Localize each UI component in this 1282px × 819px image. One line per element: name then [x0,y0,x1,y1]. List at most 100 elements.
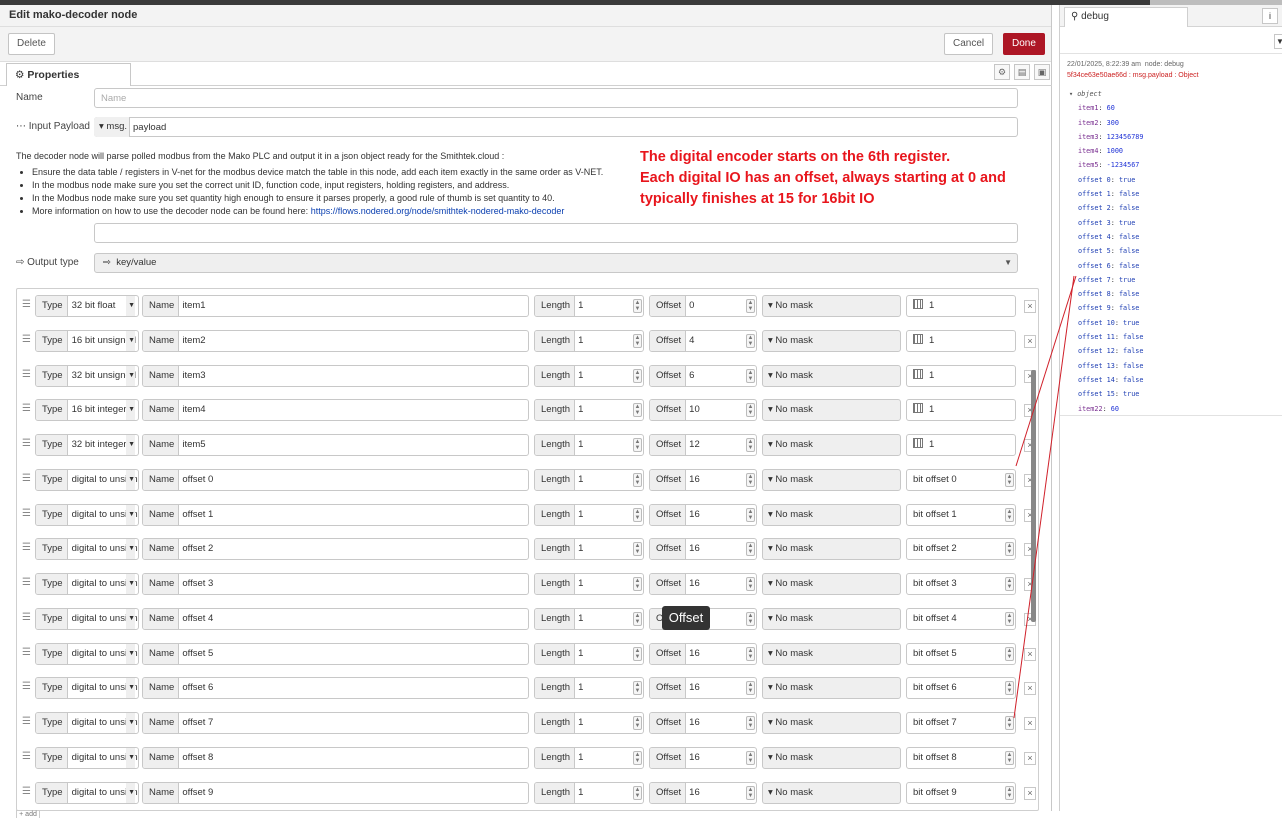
row-type-select[interactable]: Type digital to unsigne ▼ [35,538,139,561]
row-type-select[interactable]: Type digital to unsigne ▼ [35,607,139,630]
spinner-icon[interactable]: ▲ ▼ [633,403,642,418]
row-type-select[interactable]: Type digital to unsigne ▼ [35,712,139,734]
add-row-button[interactable]: + add [16,810,40,818]
row-mask-select[interactable]: ▾ No mask [762,503,901,526]
row-mask-select[interactable]: ▾ No mask [762,329,901,352]
spinner-icon[interactable]: ▲ ▼ [1005,577,1014,591]
spinner-icon[interactable]: ▲ ▼ [746,785,755,800]
row-length-field[interactable]: Length 1 ▲ ▼ [534,538,644,561]
help-link[interactable]: https://flows.nodered.org/node/smithtek-… [311,206,565,216]
payload-input[interactable] [94,117,1018,137]
spinner-icon[interactable]: ▲ ▼ [1005,716,1014,730]
drag-handle-icon[interactable]: ☰ [22,577,31,588]
row-length-field[interactable]: Length 1 ▲ ▼ [534,434,644,456]
spinner-icon[interactable]: ▲ ▼ [633,646,642,661]
drag-handle-icon[interactable]: ☰ [22,612,31,623]
row-name-field[interactable]: Name offset 0 [142,468,529,491]
spinner-icon[interactable]: ▲ ▼ [1005,785,1014,800]
tab-properties[interactable]: ⚙ Properties [6,63,131,86]
spinner-icon[interactable]: ▲ ▼ [1005,507,1014,522]
row-extra-field[interactable]: bit offset 2 ▲ ▼ [906,538,1016,561]
row-mask-select[interactable]: ▾ No mask [762,746,901,769]
row-mask-select[interactable]: ▾ No mask [762,295,901,317]
row-mask-select[interactable]: ▾ No mask [762,642,901,665]
row-length-field[interactable]: Length 1 ▲ ▼ [534,607,644,630]
spinner-icon[interactable]: ▲ ▼ [633,577,642,591]
row-type-select[interactable]: Type 32 bit unsigned ▼ [35,364,139,387]
spinner-icon[interactable]: ▲ ▼ [746,368,755,383]
row-offset-field[interactable]: Offset16 ▲▼ [649,712,757,734]
row-type-select[interactable]: Type digital to unsigne ▼ [35,468,139,491]
spinner-icon[interactable]: ▲ ▼ [633,472,642,487]
row-name-field[interactable]: Name item1 [142,295,529,317]
row-type-select[interactable]: Type digital to unsigne ▼ [35,677,139,700]
row-extra-field[interactable]: bit offset 8 ▲ ▼ [906,746,1016,769]
row-length-field[interactable]: Length 1 ▲ ▼ [534,573,644,595]
row-extra-field[interactable]: 1 [906,364,1016,387]
row-mask-select[interactable]: ▾ No mask [762,468,901,491]
spinner-icon[interactable]: ▲ ▼ [633,611,642,626]
spinner-icon[interactable]: ▲ ▼ [746,542,755,557]
description-icon[interactable]: ▤ [1014,64,1030,80]
row-type-select[interactable]: Type 32 bit float ▼ [35,295,139,317]
row-offset-field[interactable]: Offset 4 ▲ ▼ [649,329,757,352]
row-extra-field[interactable]: 1 [906,434,1016,456]
spinner-icon[interactable]: ▲ ▼ [1005,646,1014,661]
spinner-icon[interactable]: ▲ ▼ [746,403,755,418]
row-name-field[interactable]: Name offset 1 [142,503,529,526]
drag-handle-icon[interactable]: ☰ [22,681,31,692]
row-name-field[interactable]: Name item3 [142,364,529,387]
row-length-field[interactable]: Length 1 ▲ ▼ [534,295,644,317]
row-name-field[interactable]: Name offset 7 [142,712,529,734]
drag-handle-icon[interactable]: ☰ [22,438,31,449]
row-mask-select[interactable]: ▾ No mask [762,607,901,630]
delete-button[interactable]: Delete [8,33,55,55]
gear-icon[interactable]: ⚙ [994,64,1010,80]
row-offset-field[interactable]: Offset16 ▲▼ [649,538,757,561]
debug-object-tree[interactable]: ▾ object item1: 60 item2: 300 item3: 12345… [1069,87,1144,416]
output-type-select[interactable]: ⇨ key/value ▼ [94,253,1018,273]
row-offset-field[interactable]: Offset 10 ▲ ▼ [649,399,757,422]
rows-scrollbar[interactable] [1031,370,1036,622]
spinner-icon[interactable]: ▲ ▼ [1005,681,1014,696]
drag-handle-icon[interactable]: ☰ [22,786,31,797]
spinner-icon[interactable]: ▲ ▼ [633,750,642,765]
close-icon[interactable]: × [1024,682,1036,696]
spinner-icon[interactable]: ▲ ▼ [746,750,755,765]
spinner-icon[interactable]: ▲ ▼ [746,333,755,348]
row-type-select[interactable]: Type 32 bit integer ▼ [35,434,139,456]
row-extra-field[interactable]: 1 [906,295,1016,317]
row-extra-field[interactable]: bit offset 7 ▲ ▼ [906,712,1016,734]
drag-handle-icon[interactable]: ☰ [22,334,31,345]
row-offset-field[interactable]: Offset16 ▲▼ [649,503,757,526]
spinner-icon[interactable]: ▲ ▼ [633,716,642,730]
row-offset-field[interactable]: Offset16 ▲▼ [649,642,757,665]
row-type-select[interactable]: Type 16 bit integer ▼ [35,399,139,422]
row-mask-select[interactable]: ▾ No mask [762,434,901,456]
row-length-field[interactable]: Length 1 ▲ ▼ [534,781,644,804]
drag-handle-icon[interactable]: ☰ [22,751,31,762]
row-length-field[interactable]: Length 1 ▲ ▼ [534,642,644,665]
row-name-field[interactable]: Name offset 5 [142,642,529,665]
close-icon[interactable]: × [1024,751,1036,765]
drag-handle-icon[interactable]: ☰ [22,299,31,310]
spinner-icon[interactable]: ▲ ▼ [746,507,755,522]
drag-handle-icon[interactable]: ☰ [22,542,31,553]
close-icon[interactable]: × [1024,786,1036,800]
row-type-select[interactable]: Type digital to unsigne ▼ [35,642,139,665]
row-length-field[interactable]: Length 1 ▲ ▼ [534,677,644,700]
debug-object-root[interactable]: ▾ object [1069,87,1144,101]
row-length-field[interactable]: Length 1 ▲ ▼ [534,329,644,352]
row-extra-field[interactable]: bit offset 9 ▲ ▼ [906,781,1016,804]
close-icon[interactable]: × [1024,647,1036,661]
debug-node[interactable]: node: debug [1145,61,1184,68]
row-type-select[interactable]: Type digital to unsigne ▼ [35,781,139,804]
row-mask-select[interactable]: ▾ No mask [762,712,901,734]
row-length-field[interactable]: Length 1 ▲ ▼ [534,746,644,769]
row-type-select[interactable]: Type digital to unsigne ▼ [35,573,139,595]
info-icon[interactable]: i [1262,8,1278,24]
row-extra-field[interactable]: 1 [906,399,1016,422]
row-mask-select[interactable]: ▾ No mask [762,677,901,700]
spinner-icon[interactable]: ▲ ▼ [1005,472,1014,487]
row-name-field[interactable]: Name offset 4 [142,607,529,630]
